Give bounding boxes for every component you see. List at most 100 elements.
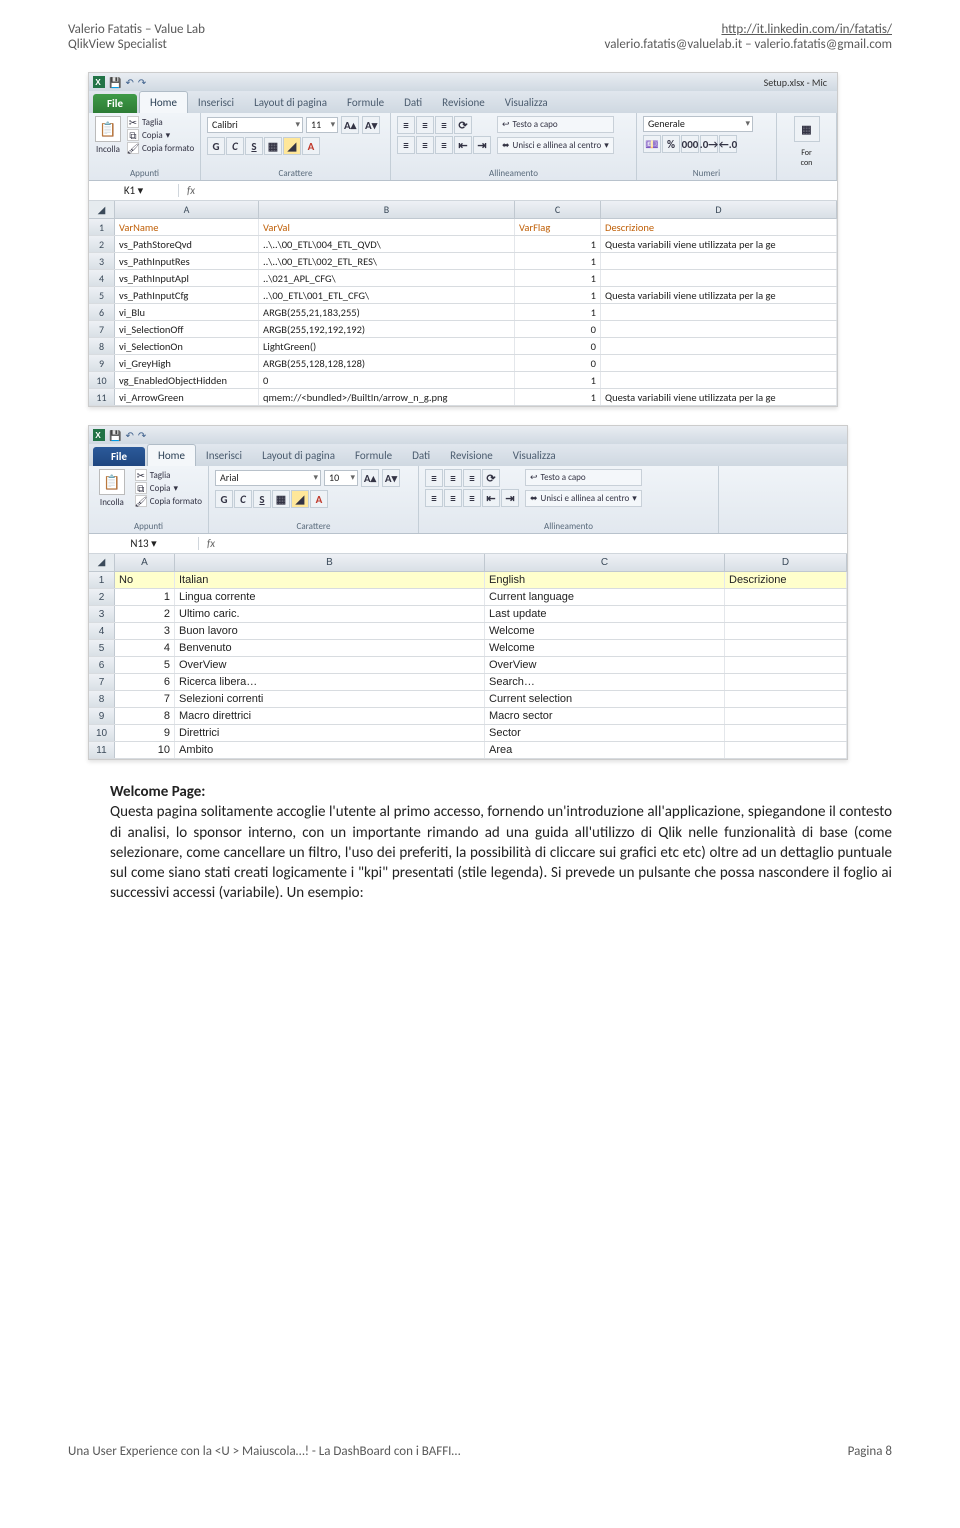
increase-decimal-icon[interactable]: .0→ xyxy=(700,135,718,153)
italic-button[interactable]: C xyxy=(226,137,244,155)
merge-center-button-2[interactable]: ⬌Unisci e allinea al centro ▾ xyxy=(525,490,642,507)
format-painter-button[interactable]: 🖌Copia formato xyxy=(127,142,194,154)
font-color-button-2[interactable]: A xyxy=(310,490,328,508)
wrap-text-button-2[interactable]: ↩Testo a capo xyxy=(525,469,642,486)
select-all-corner-2[interactable]: ◢ xyxy=(89,554,115,571)
cell-descrizione[interactable]: Questa variabili viene utilizzata per la… xyxy=(601,236,837,252)
thousands-icon[interactable]: 000 xyxy=(681,135,699,153)
cell-descrizione[interactable]: Questa variabili viene utilizzata per la… xyxy=(601,287,837,303)
cell-no[interactable]: 4 xyxy=(115,640,175,656)
cell-italian[interactable]: Lingua corrente xyxy=(175,589,485,605)
cell-varval[interactable]: 0 xyxy=(259,372,515,388)
cell-varflag[interactable]: 1 xyxy=(515,270,601,286)
cell-no[interactable]: 7 xyxy=(115,691,175,707)
cell-descrizione[interactable] xyxy=(725,623,847,639)
col-header-d[interactable]: D xyxy=(601,201,837,218)
undo-icon[interactable]: ↶ xyxy=(125,76,133,89)
indent-dec-icon[interactable]: ⇤ xyxy=(482,489,500,507)
cell-descrizione[interactable] xyxy=(601,304,837,320)
cell-descrizione[interactable] xyxy=(725,657,847,673)
cell-no[interactable]: 10 xyxy=(115,742,175,758)
fx-icon[interactable]: fx xyxy=(179,184,203,197)
cell-varname[interactable]: vi_Blu xyxy=(115,304,259,320)
cell-varval[interactable]: ..\00_ETL\001_ETL_CFG\ xyxy=(259,287,515,303)
orientation-icon[interactable]: ⟳ xyxy=(454,116,472,134)
undo-icon[interactable]: ↶ xyxy=(125,429,133,442)
copy-button-2[interactable]: ⧉Copia ▾ xyxy=(135,482,202,494)
align-left-icon[interactable]: ≡ xyxy=(397,136,415,154)
col-header-c[interactable]: C xyxy=(515,201,601,218)
tab-file[interactable]: File xyxy=(93,94,137,113)
align-center-icon[interactable]: ≡ xyxy=(416,136,434,154)
cell-descrizione[interactable] xyxy=(601,270,837,286)
cell-varname[interactable]: vs_PathInputRes xyxy=(115,253,259,269)
tab-file-2[interactable]: File xyxy=(93,447,145,466)
cell-english[interactable]: OverView xyxy=(485,657,725,673)
cell-varflag[interactable]: 0 xyxy=(515,355,601,371)
tab-layout[interactable]: Layout di pagina xyxy=(244,92,337,113)
col-header-b[interactable]: B xyxy=(259,201,515,218)
font-color-button[interactable]: A xyxy=(302,137,320,155)
cell-varval[interactable]: ARGB(255,128,128,128) xyxy=(259,355,515,371)
cell-varname[interactable]: vg_EnabledObjectHidden xyxy=(115,372,259,388)
cell-no[interactable]: 3 xyxy=(115,623,175,639)
font-combo[interactable]: Calibri xyxy=(207,117,303,133)
cell-no[interactable]: 6 xyxy=(115,674,175,690)
increase-font-icon[interactable]: A▴ xyxy=(341,116,359,134)
align-center-icon[interactable]: ≡ xyxy=(444,489,462,507)
cell-descrizione[interactable] xyxy=(601,372,837,388)
fx-icon-2[interactable]: fx xyxy=(199,537,223,550)
tab-dati[interactable]: Dati xyxy=(394,92,432,113)
size-combo[interactable]: 11 xyxy=(306,117,338,133)
font-combo-2[interactable]: Arial xyxy=(215,470,321,486)
cell-varflag[interactable]: 0 xyxy=(515,321,601,337)
tab-home-2[interactable]: Home xyxy=(147,444,196,466)
cell-varval[interactable]: ..\021_APL_CFG\ xyxy=(259,270,515,286)
size-combo-2[interactable]: 10 xyxy=(324,470,358,486)
align-middle-icon[interactable]: ≡ xyxy=(444,469,462,487)
cell-varname[interactable]: vs_PathInputApl xyxy=(115,270,259,286)
fill-color-button-2[interactable]: ◢ xyxy=(291,490,309,508)
tab-formule-2[interactable]: Formule xyxy=(345,445,402,466)
cut-button[interactable]: ✂Taglia xyxy=(127,116,194,128)
cell-varname[interactable]: vi_SelectionOn xyxy=(115,338,259,354)
cell-italian[interactable]: OverView xyxy=(175,657,485,673)
redo-icon[interactable]: ↷ xyxy=(138,76,146,89)
cond-format-icon[interactable]: ▦ xyxy=(794,116,820,142)
cell-english[interactable]: Welcome xyxy=(485,640,725,656)
cell-italian[interactable]: Ricerca libera… xyxy=(175,674,485,690)
cell-english[interactable]: Macro sector xyxy=(485,708,725,724)
align-right-icon[interactable]: ≡ xyxy=(435,136,453,154)
align-top-icon[interactable]: ≡ xyxy=(397,116,415,134)
cut-button-2[interactable]: ✂Taglia xyxy=(135,469,202,481)
cell-italian[interactable]: Ambito xyxy=(175,742,485,758)
cell-no[interactable]: 8 xyxy=(115,708,175,724)
col-header-d-2[interactable]: D xyxy=(725,554,847,571)
save-icon[interactable]: 💾 xyxy=(109,429,121,442)
cell-italian[interactable]: Benvenuto xyxy=(175,640,485,656)
cell-descrizione[interactable] xyxy=(725,725,847,741)
cell-descrizione[interactable] xyxy=(601,253,837,269)
align-bottom-icon[interactable]: ≡ xyxy=(463,469,481,487)
name-box[interactable]: K1 ▾ xyxy=(89,184,179,197)
cell-descrizione[interactable] xyxy=(725,606,847,622)
linkedin-link[interactable]: http://it.linkedin.com/in/fatatis/ xyxy=(721,22,892,37)
merge-center-button[interactable]: ⬌Unisci e allinea al centro ▾ xyxy=(497,137,614,154)
cell-varval[interactable]: ..\..\00_ETL\002_ETL_RES\ xyxy=(259,253,515,269)
cell-english[interactable]: Welcome xyxy=(485,623,725,639)
tab-layout-2[interactable]: Layout di pagina xyxy=(252,445,345,466)
cell-varflag[interactable]: 1 xyxy=(515,236,601,252)
align-right-icon[interactable]: ≡ xyxy=(463,489,481,507)
cell-english[interactable]: Search… xyxy=(485,674,725,690)
cell-italian[interactable]: Selezioni correnti xyxy=(175,691,485,707)
cell-descrizione[interactable] xyxy=(725,742,847,758)
col-header-a[interactable]: A xyxy=(115,201,259,218)
cell-varval[interactable]: ARGB(255,192,192,192) xyxy=(259,321,515,337)
cell-italian[interactable]: Direttrici xyxy=(175,725,485,741)
cell-english[interactable]: Current selection xyxy=(485,691,725,707)
cell-varname[interactable]: vi_SelectionOff xyxy=(115,321,259,337)
indent-inc-icon[interactable]: ⇥ xyxy=(473,136,491,154)
bold-button[interactable]: G xyxy=(207,137,225,155)
save-icon[interactable]: 💾 xyxy=(109,76,121,89)
wrap-text-button[interactable]: ↩Testo a capo xyxy=(497,116,614,133)
